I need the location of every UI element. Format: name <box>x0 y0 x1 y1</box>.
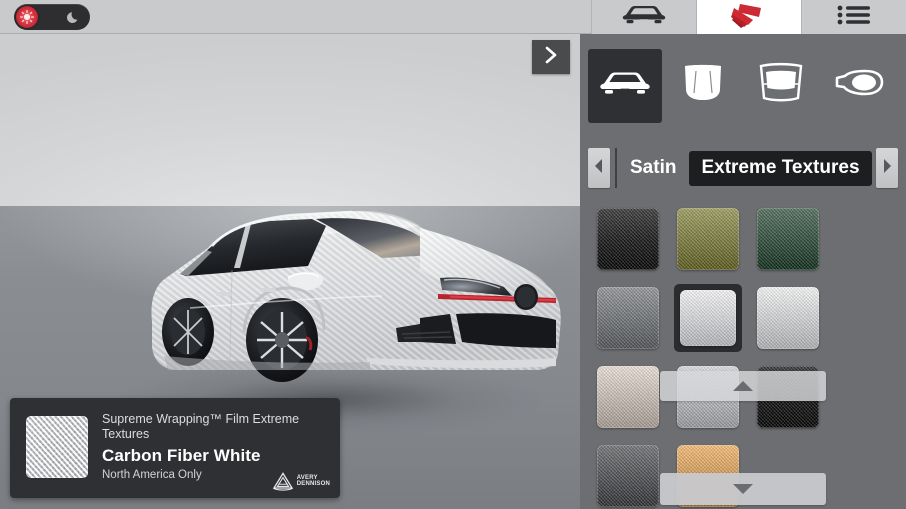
swatch-s6[interactable] <box>757 287 819 349</box>
color-selection-panel: Satin Extreme Textures <box>580 34 906 509</box>
swatch-s7[interactable] <box>597 366 659 428</box>
part-button-hood[interactable] <box>666 49 740 123</box>
category-nav: Satin Extreme Textures <box>580 137 906 199</box>
car-front-icon <box>599 69 651 102</box>
arrow-right-icon <box>881 158 893 179</box>
selected-color-info-card: Supreme Wrapping™ Film Extreme Textures … <box>10 398 340 498</box>
moon-icon[interactable] <box>66 10 81 24</box>
list-menu-icon <box>837 4 871 31</box>
swatch-cell[interactable] <box>754 205 822 273</box>
info-card-swatch <box>26 416 88 478</box>
swatch-cell[interactable] <box>594 363 662 431</box>
tab-colors[interactable] <box>696 0 801 34</box>
part-selector-row <box>580 34 906 137</box>
chevron-right-icon <box>543 46 559 69</box>
roof-icon <box>757 62 805 109</box>
day-night-toggle[interactable] <box>14 4 90 30</box>
category-previous-label[interactable]: Satin <box>617 157 689 179</box>
arrow-left-icon <box>593 158 605 179</box>
swatch-cell[interactable] <box>674 284 742 352</box>
hood-icon <box>680 63 726 108</box>
top-tabs <box>591 0 906 34</box>
category-current-label[interactable]: Extreme Textures <box>689 150 872 186</box>
swatch-grid <box>580 199 906 507</box>
swatch-cell[interactable] <box>594 442 662 509</box>
swatch-s2[interactable] <box>677 208 739 270</box>
category-prev-button[interactable] <box>588 148 610 188</box>
tab-menu[interactable] <box>801 0 906 34</box>
tab-vehicle[interactable] <box>591 0 696 34</box>
swatch-cell[interactable] <box>674 205 742 273</box>
vehicle-render <box>120 162 580 412</box>
triangle-up-icon <box>733 381 753 391</box>
part-button-full-car[interactable] <box>588 48 662 123</box>
sun-icon[interactable] <box>16 6 38 28</box>
swatch-s10[interactable] <box>597 445 659 507</box>
avery-brand-line-2: DENNISON <box>296 481 330 487</box>
wrap-configurator-app: Supreme Wrapping™ Film Extreme Textures … <box>0 0 906 509</box>
category-next-button[interactable] <box>876 148 898 188</box>
mirror-icon <box>833 68 885 103</box>
part-button-roof[interactable] <box>744 49 818 123</box>
swatch-cell[interactable] <box>594 205 662 273</box>
avery-dennison-logo-icon: AVERY DENNISON <box>272 471 330 491</box>
color-name-label: Carbon Fiber White <box>102 446 261 465</box>
color-swatch-fan-icon <box>723 2 775 33</box>
swatch-s4[interactable] <box>597 287 659 349</box>
swatch-s1[interactable] <box>597 208 659 270</box>
swatch-cell[interactable] <box>754 284 822 352</box>
part-button-mirror[interactable] <box>822 49 896 123</box>
top-bar <box>0 0 906 34</box>
swatch-s3[interactable] <box>757 208 819 270</box>
swatch-s5[interactable] <box>680 290 736 346</box>
swatch-scroll-down-button[interactable] <box>660 473 826 505</box>
swatch-cell[interactable] <box>594 284 662 352</box>
product-line-label: Supreme Wrapping™ Film Extreme Textures <box>102 412 300 441</box>
car-front-icon <box>622 4 666 31</box>
swatch-scroll-up-button[interactable] <box>660 371 826 401</box>
triangle-down-icon <box>733 484 753 494</box>
next-view-button[interactable] <box>532 40 570 74</box>
